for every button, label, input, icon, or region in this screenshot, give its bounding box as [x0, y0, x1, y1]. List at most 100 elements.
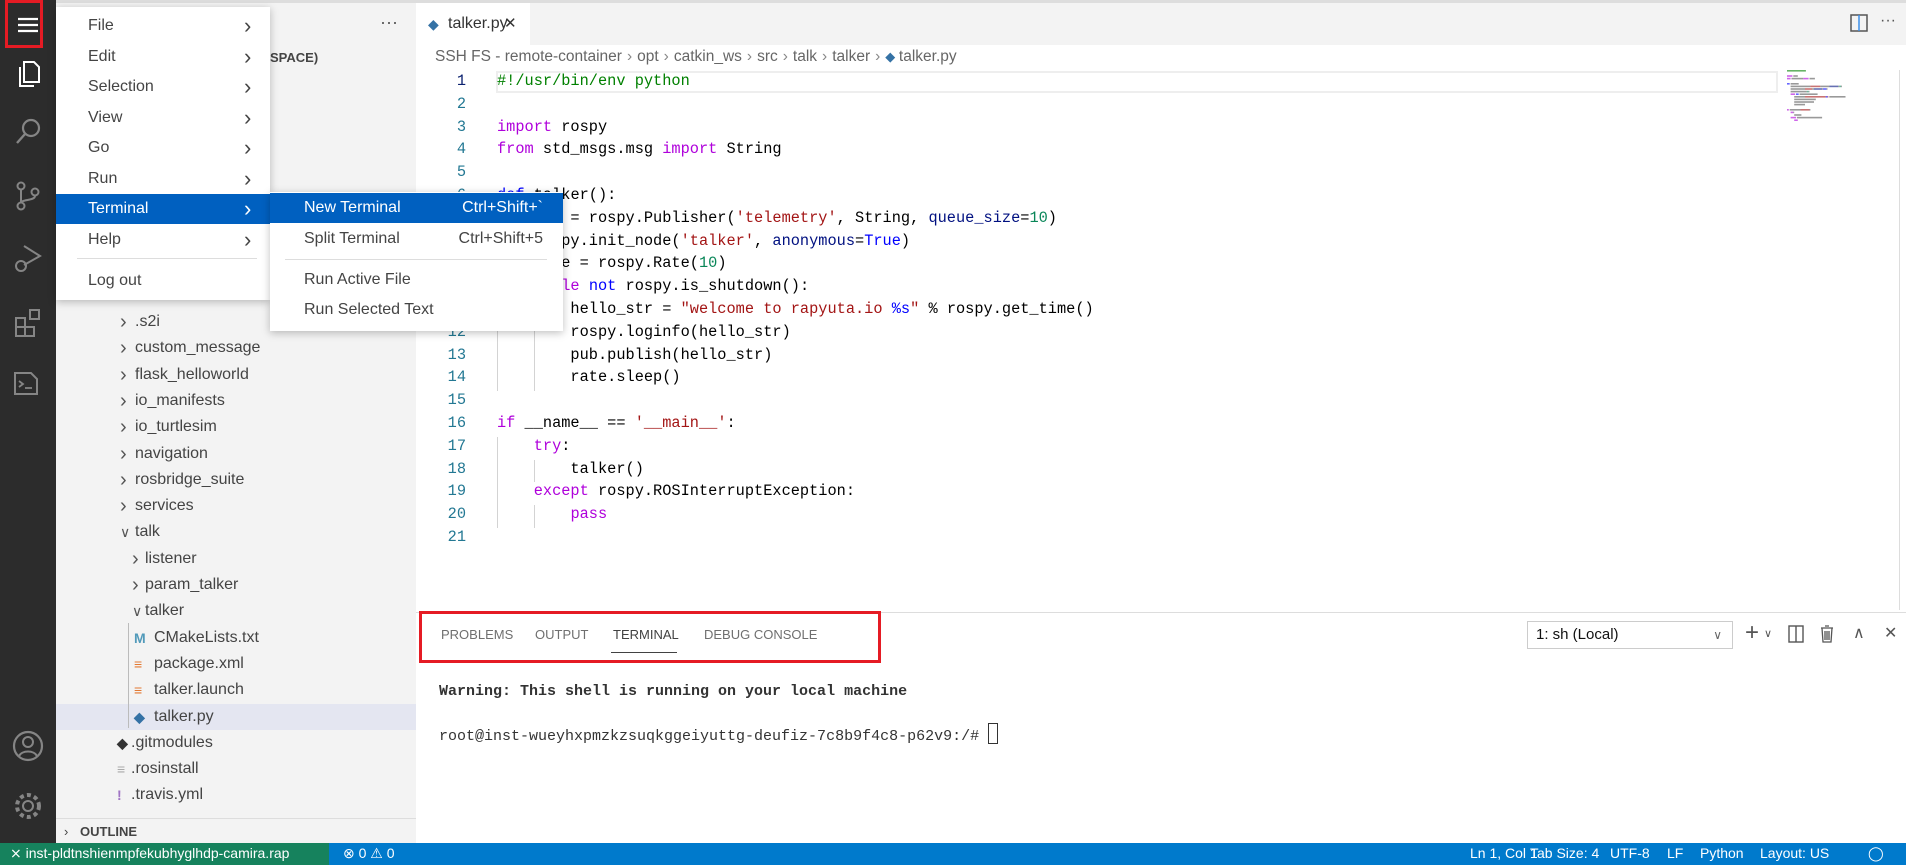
line-number: 4: [456, 140, 466, 159]
source-control-icon[interactable]: [10, 178, 46, 214]
breadcrumb-item[interactable]: src: [757, 48, 778, 65]
minimap-line: [1794, 114, 1802, 116]
terminal-select-dropdown[interactable]: 1: sh (Local) ∨: [1527, 621, 1733, 649]
menu-item-view[interactable]: View ›: [56, 103, 270, 133]
menu-item-file[interactable]: File ›: [56, 11, 270, 41]
line-number: 17: [447, 436, 466, 455]
trash-icon[interactable]: [1820, 625, 1834, 643]
breadcrumb-item[interactable]: opt: [637, 48, 659, 65]
code-token: 10: [1029, 208, 1048, 227]
chevron-right-icon: ›: [782, 48, 788, 65]
tree-item-label: .travis.yml: [131, 786, 203, 804]
status-item[interactable]: Ln 1, Col 1: [1470, 843, 1538, 863]
tab-talker-py[interactable]: ◆ talker.py ✕: [416, 3, 530, 45]
python-file-icon: ◆: [428, 16, 439, 32]
status-item[interactable]: UTF-8: [1610, 843, 1650, 863]
status-item[interactable]: LF: [1667, 843, 1683, 863]
tree-item-label: io_turtlesim: [135, 418, 217, 436]
workspace-header[interactable]: SPACE): [270, 50, 318, 65]
tree-item-label: CMakeLists.txt: [154, 628, 259, 646]
tree-item[interactable]: ≡ package.xml: [56, 651, 416, 677]
bell-icon[interactable]: ◯: [1868, 843, 1884, 863]
tree-item[interactable]: ≡ .rosinstall: [56, 756, 416, 782]
tree-item-label: .gitmodules: [131, 733, 213, 751]
status-item[interactable]: Layout: US: [1760, 843, 1829, 863]
breadcrumb-item[interactable]: catkin_ws: [674, 48, 742, 65]
menu-item-go[interactable]: Go ›: [56, 133, 270, 163]
line-number: 14: [447, 368, 466, 387]
submenu-item-run-active-file[interactable]: Run Active File: [270, 265, 563, 295]
breadcrumb-item[interactable]: SSH FS - remote-container: [435, 48, 622, 65]
maximize-panel-chevron-up-icon[interactable]: ∧: [1853, 623, 1865, 643]
more-actions-button[interactable]: ···: [380, 12, 398, 33]
terminal-icon[interactable]: [10, 366, 46, 402]
close-panel-icon[interactable]: ✕: [1884, 623, 1897, 643]
submenu-item-split-terminal[interactable]: Split Terminal Ctrl+Shift+5: [270, 224, 563, 254]
tree-item[interactable]: › navigation: [56, 441, 416, 467]
breadcrumb-item[interactable]: talker: [832, 48, 870, 65]
menu-item-log-out[interactable]: Log out: [56, 266, 270, 296]
code-line: from std_msgs.msg import String: [497, 140, 782, 158]
tree-item[interactable]: ! .travis.yml: [56, 782, 416, 808]
menu-item-help[interactable]: Help ›: [56, 225, 270, 255]
tree-item[interactable]: › rosbridge_suite: [56, 467, 416, 493]
tree-item[interactable]: › flask_helloworld: [56, 362, 416, 388]
new-terminal-plus-icon[interactable]: +: [1745, 619, 1759, 647]
tree-item[interactable]: › listener: [56, 546, 416, 572]
submenu-item-new-terminal[interactable]: New Terminal Ctrl+Shift+`: [270, 193, 563, 223]
python-file-icon: ◆: [885, 49, 899, 64]
line-number: 21: [447, 528, 466, 546]
status-item[interactable]: Python: [1700, 843, 1744, 863]
editor-more-actions-button[interactable]: ···: [1880, 12, 1896, 30]
tree-item[interactable]: ◆ talker.py: [56, 703, 416, 730]
tree-item[interactable]: ≡ talker.launch: [56, 677, 416, 703]
minimap-line: [1794, 96, 1805, 98]
chevron-down-icon[interactable]: ∨: [1764, 627, 1772, 640]
account-icon[interactable]: [10, 728, 46, 764]
terminal-prompt[interactable]: root@inst-wueyhxpmzkzsuqkggeiyuttg-deufi…: [439, 723, 999, 745]
tree-item[interactable]: M CMakeLists.txt: [56, 625, 416, 651]
code-token: try: [533, 436, 562, 455]
submenu-item-run-selected-text[interactable]: Run Selected Text: [270, 295, 563, 325]
code-token: :: [726, 414, 736, 432]
tree-item[interactable]: ◆ .gitmodules: [56, 730, 416, 756]
split-editor-icon[interactable]: [1850, 14, 1868, 32]
close-icon[interactable]: ✕: [504, 3, 517, 45]
minimap-line: [1794, 98, 1816, 101]
tree-item[interactable]: ∨ talker: [56, 598, 416, 624]
breadcrumb-item[interactable]: talk: [793, 48, 817, 65]
code-line: #!/usr/bin/env python: [497, 72, 690, 90]
tree-item-label: .rosinstall: [131, 760, 199, 778]
activity-bar: [0, 0, 56, 843]
outline-section-header[interactable]: › OUTLINE: [56, 818, 416, 844]
tree-item[interactable]: › io_turtlesim: [56, 414, 416, 440]
remote-indicator[interactable]: ⨯ inst-pldtnshienmpfekubhyglhdp-camira.r…: [0, 843, 329, 865]
menu-item-edit[interactable]: Edit ›: [56, 42, 270, 72]
tree-item[interactable]: ∨ talk: [56, 519, 416, 545]
files-icon[interactable]: [10, 56, 46, 92]
breadcrumb-item[interactable]: talker.py: [899, 48, 957, 65]
status-item[interactable]: Tab Size: 4: [1530, 843, 1599, 863]
split-terminal-icon[interactable]: [1788, 625, 1804, 643]
tree-item[interactable]: › services: [56, 493, 416, 519]
tree-item[interactable]: › custom_message: [56, 335, 416, 361]
editor-scrollbar[interactable]: [1899, 70, 1900, 610]
tree-item[interactable]: › param_talker: [56, 572, 416, 598]
settings-gear-icon[interactable]: [10, 788, 46, 824]
minimap-line: [1805, 96, 1826, 98]
minimap[interactable]: [1787, 70, 1867, 130]
menu-item-terminal[interactable]: Terminal ›: [56, 194, 270, 224]
extensions-icon[interactable]: [10, 304, 46, 340]
minimap-line: [1790, 85, 1811, 88]
search-icon[interactable]: [10, 114, 46, 150]
menu-item-run[interactable]: Run ›: [56, 164, 270, 194]
tree-item[interactable]: › io_manifests: [56, 388, 416, 414]
menu-item-selection[interactable]: Selection ›: [56, 72, 270, 102]
minimap-line: [1787, 109, 1789, 111]
problems-status[interactable]: ⊗ 0 ⚠ 0: [343, 843, 395, 863]
file-type-icon: ◆: [134, 708, 145, 725]
run-debug-icon[interactable]: [10, 240, 46, 276]
minimap-line: [1800, 109, 1810, 111]
code-line: rate.sleep(): [497, 368, 680, 386]
code-token: ): [717, 254, 727, 273]
